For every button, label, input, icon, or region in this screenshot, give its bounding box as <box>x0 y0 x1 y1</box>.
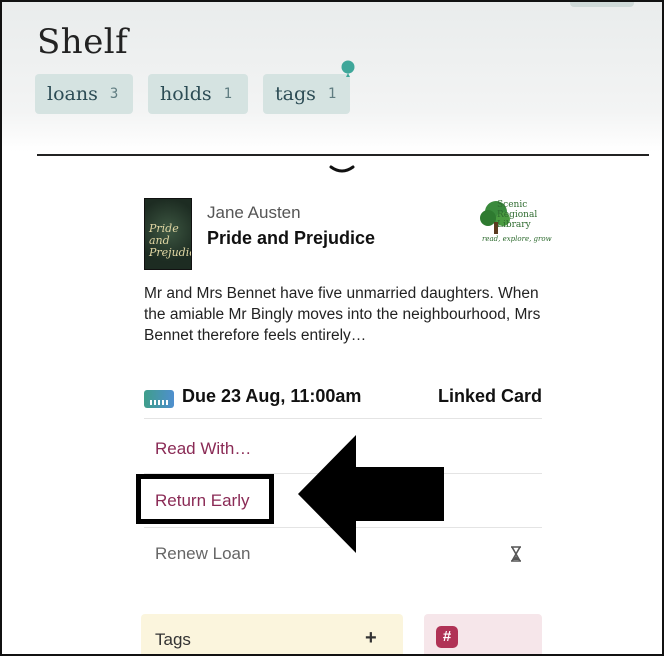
library-tagline: read, explore, grow <box>482 235 552 243</box>
pointer-arrow-icon <box>298 435 444 553</box>
tags-label: Tags <box>155 630 191 649</box>
hashtag-panel: # <box>424 614 542 654</box>
read-with-button[interactable]: Read With… <box>155 439 251 459</box>
tab-loans-count: 3 <box>109 86 119 102</box>
book-cover[interactable]: Pride and Prejudice <box>144 198 192 270</box>
book-author: Jane Austen <box>207 203 301 222</box>
renew-loan-button[interactable]: Renew Loan <box>155 544 250 564</box>
book-description: Mr and Mrs Bennet have five unmarried da… <box>144 285 541 344</box>
book-cover-title: Pride and Prejudice <box>149 222 191 259</box>
divider <box>37 154 649 156</box>
add-tag-button[interactable]: + <box>365 627 377 650</box>
tab-holds-count: 1 <box>223 86 233 102</box>
tab-tags-count: 1 <box>327 86 337 102</box>
app-frame: Shelf loans 3 holds 1 tags 1 Pride and P… <box>0 0 664 656</box>
due-date: Due 23 Aug, 11:00am <box>182 386 362 406</box>
tab-loans-label: loans <box>47 83 98 105</box>
top-accent <box>570 2 634 7</box>
linked-card: Linked Card <box>437 386 542 406</box>
tab-tags-label: tags <box>275 83 316 105</box>
balloon-icon <box>341 60 355 77</box>
library-card-icon <box>144 390 174 408</box>
tags-panel: Tags + <box>141 614 403 654</box>
highlight-box <box>136 474 274 524</box>
tab-holds-label: holds <box>160 83 212 105</box>
tab-holds[interactable]: holds 1 <box>148 74 248 114</box>
chevron-down-icon[interactable] <box>328 163 356 177</box>
library-name: Scenic Regional Library <box>497 200 538 230</box>
page-title: Shelf <box>37 22 129 62</box>
tab-loans[interactable]: loans 3 <box>35 74 133 114</box>
tab-tags[interactable]: tags 1 <box>263 74 350 114</box>
hashtag-icon[interactable]: # <box>436 626 458 648</box>
row-divider <box>144 418 542 419</box>
hourglass-icon <box>511 546 521 562</box>
book-title: Pride and Prejudice <box>207 228 376 248</box>
due-row: Due 23 Aug, 11:00am Linked Card <box>144 383 542 413</box>
